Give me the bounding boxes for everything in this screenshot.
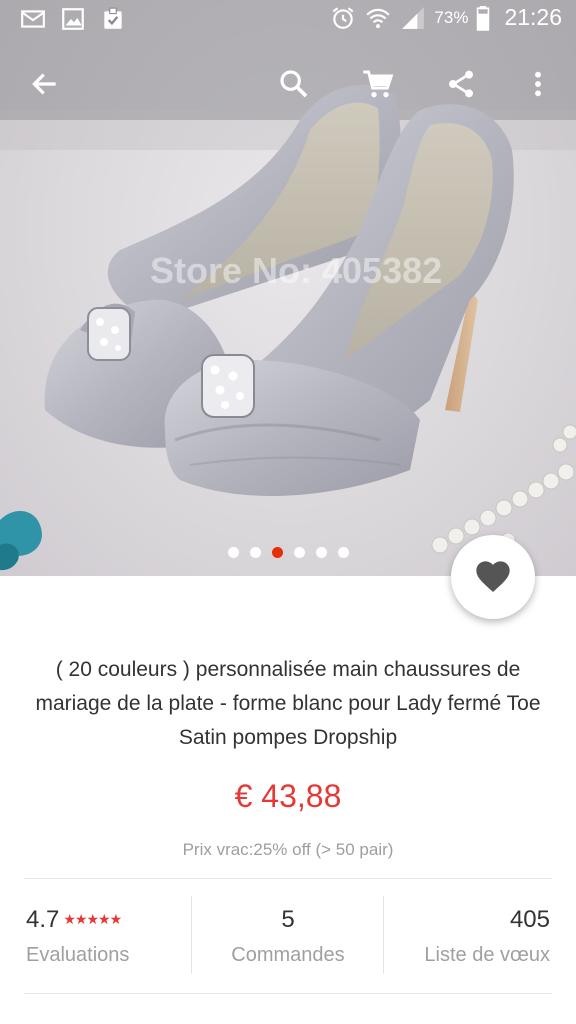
clipboard-check-icon <box>104 7 122 29</box>
cart-button[interactable] <box>358 64 398 104</box>
clock: 21:26 <box>504 4 562 30</box>
rating-label: Evaluations <box>26 944 130 966</box>
brooch-back <box>87 307 131 361</box>
share-button[interactable] <box>441 64 481 104</box>
divider <box>24 993 552 994</box>
wishlist-label: Liste de vœux <box>424 944 550 966</box>
mail-icon <box>21 10 45 28</box>
battery-percentage: 73% <box>434 7 469 27</box>
battery-icon <box>477 5 490 31</box>
image-icon <box>62 8 84 30</box>
gallery-dot-active[interactable] <box>271 547 283 558</box>
status-bar: 73% 21:26 <box>0 0 576 40</box>
alarm-icon <box>333 6 354 29</box>
gallery-dot[interactable] <box>293 547 305 558</box>
heart-icon <box>476 561 510 592</box>
product-price: € 43,88 <box>234 778 342 814</box>
brooch-front <box>201 354 255 418</box>
orders-label: Commandes <box>231 944 345 966</box>
more-vert-icon <box>535 71 541 97</box>
orders-value: 5 <box>281 906 295 933</box>
wifi-icon <box>366 8 391 28</box>
search-icon <box>280 70 308 98</box>
product-detail-screen: Store No: 405382 73% 21:26 (20 couleurs… <box>0 0 576 1024</box>
rating-value: 4.7 <box>26 906 60 933</box>
back-arrow-icon <box>32 73 56 95</box>
signal-icon <box>402 6 425 29</box>
divider <box>24 878 552 879</box>
image-watermark: Store No: 405382 <box>150 250 443 291</box>
bulk-price-info: Prix vrac:25% off (> 50 pair) <box>182 840 394 859</box>
wishlist-stat[interactable]: 405 Liste de vœux <box>384 880 576 990</box>
gallery-dot[interactable] <box>337 547 349 558</box>
product-stats: 4.7 ★★★★★ Evaluations 5 Commandes 405 Lis… <box>0 880 576 990</box>
rating-stars: ★★★★★ <box>63 911 122 927</box>
gallery-dot[interactable] <box>249 547 261 558</box>
gallery-dot[interactable] <box>315 547 327 558</box>
gallery-dot[interactable] <box>227 547 239 558</box>
back-button[interactable] <box>25 64 65 104</box>
more-options-button[interactable] <box>518 64 558 104</box>
add-to-wishlist-button[interactable] <box>451 535 535 619</box>
product-title: ( 20 couleurs ) personnalisée main chaus… <box>35 658 541 749</box>
wishlist-value: 405 <box>509 906 550 933</box>
orders-stat[interactable]: 5 Commandes <box>192 880 384 990</box>
share-icon <box>449 70 473 98</box>
rating-stat[interactable]: 4.7 ★★★★★ Evaluations <box>0 880 192 990</box>
search-button[interactable] <box>274 64 314 104</box>
cart-icon <box>363 70 394 98</box>
